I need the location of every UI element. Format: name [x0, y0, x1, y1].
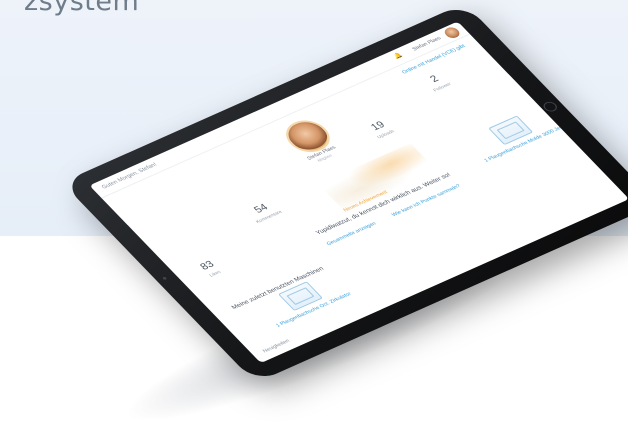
camera-icon [162, 276, 168, 281]
stat-followers: 2 Follower [422, 71, 452, 93]
username-label[interactable]: Stefan Plaes [411, 36, 443, 53]
avatar-icon[interactable] [441, 25, 463, 40]
stat-likes: 83 Likes [198, 259, 222, 278]
stat-uploads: 19 Uploads [366, 119, 396, 140]
news-label: Neuigkeiten [261, 338, 292, 355]
bell-icon[interactable]: 🔔 [392, 52, 405, 61]
welcome-text: Guten Morgen, Stefan! [100, 162, 159, 191]
brand-text: zsystem [24, 0, 140, 17]
stat-comments: 54 Kommentare [245, 199, 283, 224]
machine-card[interactable]: 1 Plaugenbachsche Mulde 3000 Jes [462, 104, 572, 170]
machine-card[interactable]: 1 Plaugenbachsche Oct. Zirkulator [252, 270, 362, 336]
